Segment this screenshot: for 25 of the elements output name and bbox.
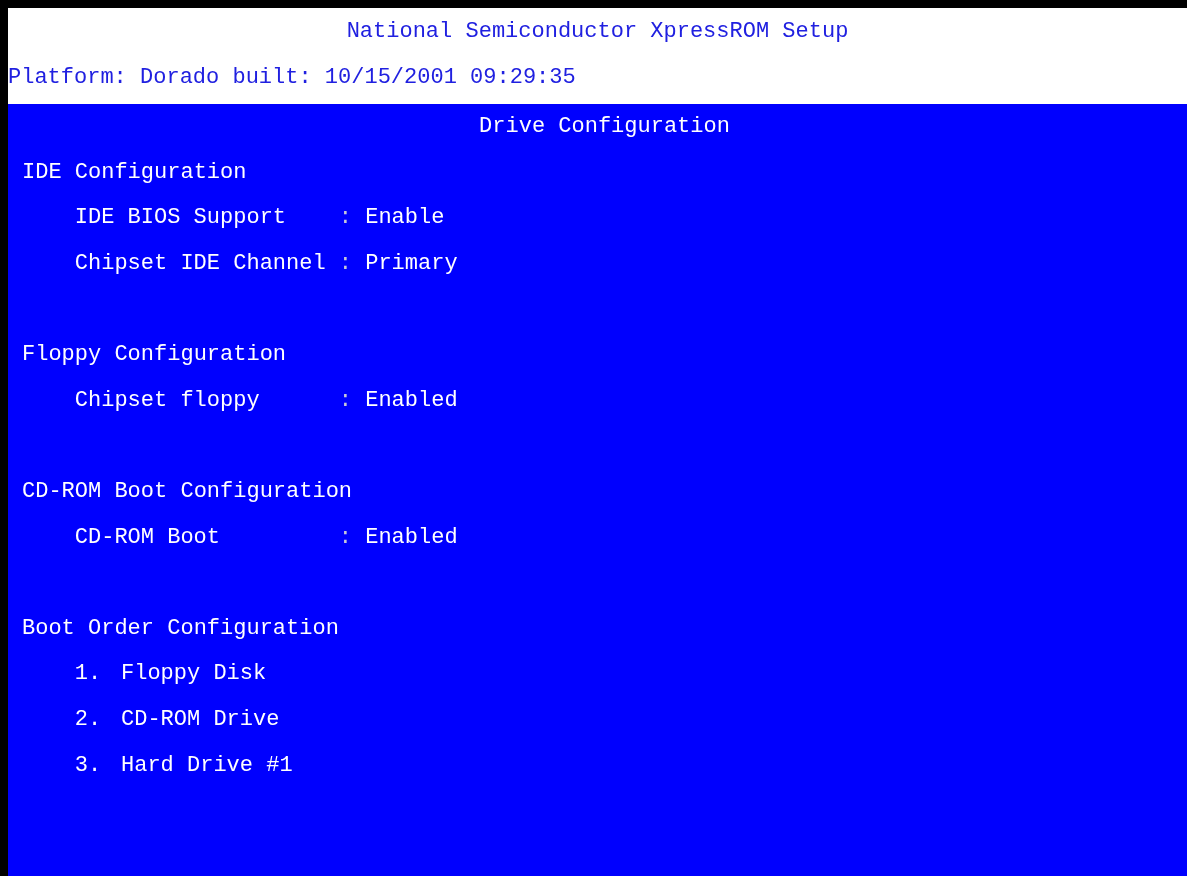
boot-device[interactable]: Hard Drive #1 [121,748,293,782]
setting-value[interactable]: Primary [365,247,458,281]
section-heading: CD-ROM Boot Configuration [22,478,353,507]
section-heading: Boot Order Configuration [22,614,339,643]
setting-label: Chipset floppy [74,386,261,415]
setting-value[interactable]: Enabled [365,520,458,554]
separator-colon: : [338,204,354,233]
build-info: Platform: Dorado built: 10/15/2001 09:29:35 [8,63,576,92]
setting-label: IDE BIOS Support [74,204,288,233]
screen-title: Drive Configuration [479,113,730,142]
setup-title: National Semiconductor XpressROM Setup [346,17,849,46]
separator-colon: : [338,523,354,552]
setting-label: Chipset IDE Channel [74,250,327,279]
order-number: 3. [74,751,103,780]
setting-value[interactable]: Enable [365,201,445,235]
section-heading: IDE Configuration [22,158,247,187]
section-heading: Floppy Configuration [22,341,287,370]
boot-device[interactable]: CD-ROM Drive [121,703,280,736]
separator-colon: : [338,386,354,415]
order-number: 1. [74,660,103,689]
setting-value[interactable]: Enabled [365,383,458,417]
separator-colon: : [338,250,354,279]
setting-label: CD-ROM Boot [74,523,222,552]
boot-device[interactable]: Floppy Disk [121,657,267,691]
order-number: 2. [74,706,103,734]
